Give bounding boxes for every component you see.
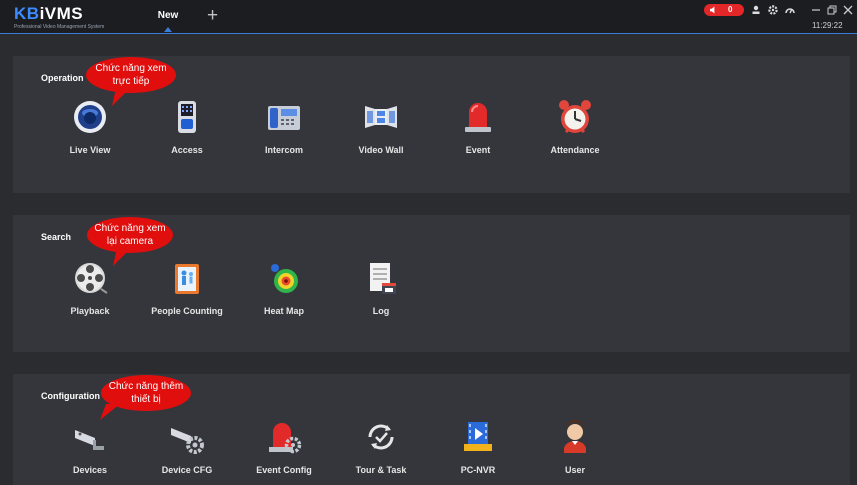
intercom-icon — [268, 106, 300, 130]
brand-name: KBiVMS — [14, 4, 84, 23]
log-icon — [370, 263, 396, 294]
pc-nvr-button[interactable]: PC-NVR — [433, 418, 523, 475]
alarm-indicator[interactable]: 0 — [704, 4, 744, 16]
title-bar: KBiVMS Professional Video Management Sys… — [0, 0, 857, 34]
security-camera-icon — [75, 430, 104, 450]
people-counting-icon — [175, 264, 199, 294]
tour-task-icon — [368, 424, 394, 450]
live-view-button[interactable]: Live View — [45, 98, 135, 155]
event-config-icon — [269, 423, 302, 454]
minimize-icon[interactable] — [810, 4, 822, 16]
tour-task-button[interactable]: Tour & Task — [336, 418, 426, 475]
pc-nvr-icon — [464, 422, 492, 451]
video-wall-button[interactable]: Video Wall — [336, 98, 426, 155]
people-counting-button[interactable]: People Counting — [142, 259, 232, 316]
brand-tagline: Professional Video Management System — [14, 24, 105, 30]
heat-map-button[interactable]: Heat Map — [239, 259, 329, 316]
callout-pointer-devices — [100, 404, 120, 420]
callout-pointer-playback — [113, 248, 131, 266]
access-icon — [178, 101, 196, 133]
tab-new[interactable]: New — [143, 0, 193, 33]
user-avatar-icon — [564, 420, 586, 453]
event-config-button[interactable]: Event Config — [239, 418, 329, 475]
devices-button[interactable]: Devices — [45, 418, 135, 475]
performance-icon[interactable] — [784, 4, 796, 16]
device-cfg-button[interactable]: Device CFG — [142, 418, 232, 475]
gear-icon[interactable] — [767, 4, 779, 16]
film-reel-icon — [75, 263, 108, 294]
attendance-button[interactable]: Attendance — [530, 98, 620, 155]
speaker-icon — [710, 6, 715, 14]
callout-pointer-live-view — [112, 88, 130, 106]
intercom-button[interactable]: Intercom — [239, 98, 329, 155]
app-logo: KBiVMS Professional Video Management Sys… — [14, 4, 104, 30]
section-title-configuration: Configuration — [41, 391, 100, 401]
heat-map-icon — [271, 264, 298, 293]
user-icon[interactable] — [750, 4, 762, 16]
live-view-icon — [74, 101, 106, 133]
alarm-light-icon — [465, 103, 491, 132]
log-button[interactable]: Log — [336, 259, 426, 316]
close-icon[interactable] — [842, 4, 854, 16]
alarm-count: 0 — [728, 5, 733, 14]
section-title-search: Search — [41, 232, 72, 242]
alarm-clock-icon — [559, 100, 591, 134]
access-button[interactable]: Access — [142, 98, 232, 155]
user-button[interactable]: User — [530, 418, 620, 475]
playback-button[interactable]: Playback — [45, 259, 135, 316]
camera-config-icon — [171, 428, 204, 454]
add-tab-button[interactable]: + — [207, 6, 218, 26]
restore-icon[interactable] — [826, 4, 838, 16]
event-button[interactable]: Event — [433, 98, 523, 155]
video-wall-icon — [365, 106, 397, 128]
clock: 11:29:22 — [812, 21, 843, 30]
section-title-operation: Operation — [41, 73, 84, 83]
